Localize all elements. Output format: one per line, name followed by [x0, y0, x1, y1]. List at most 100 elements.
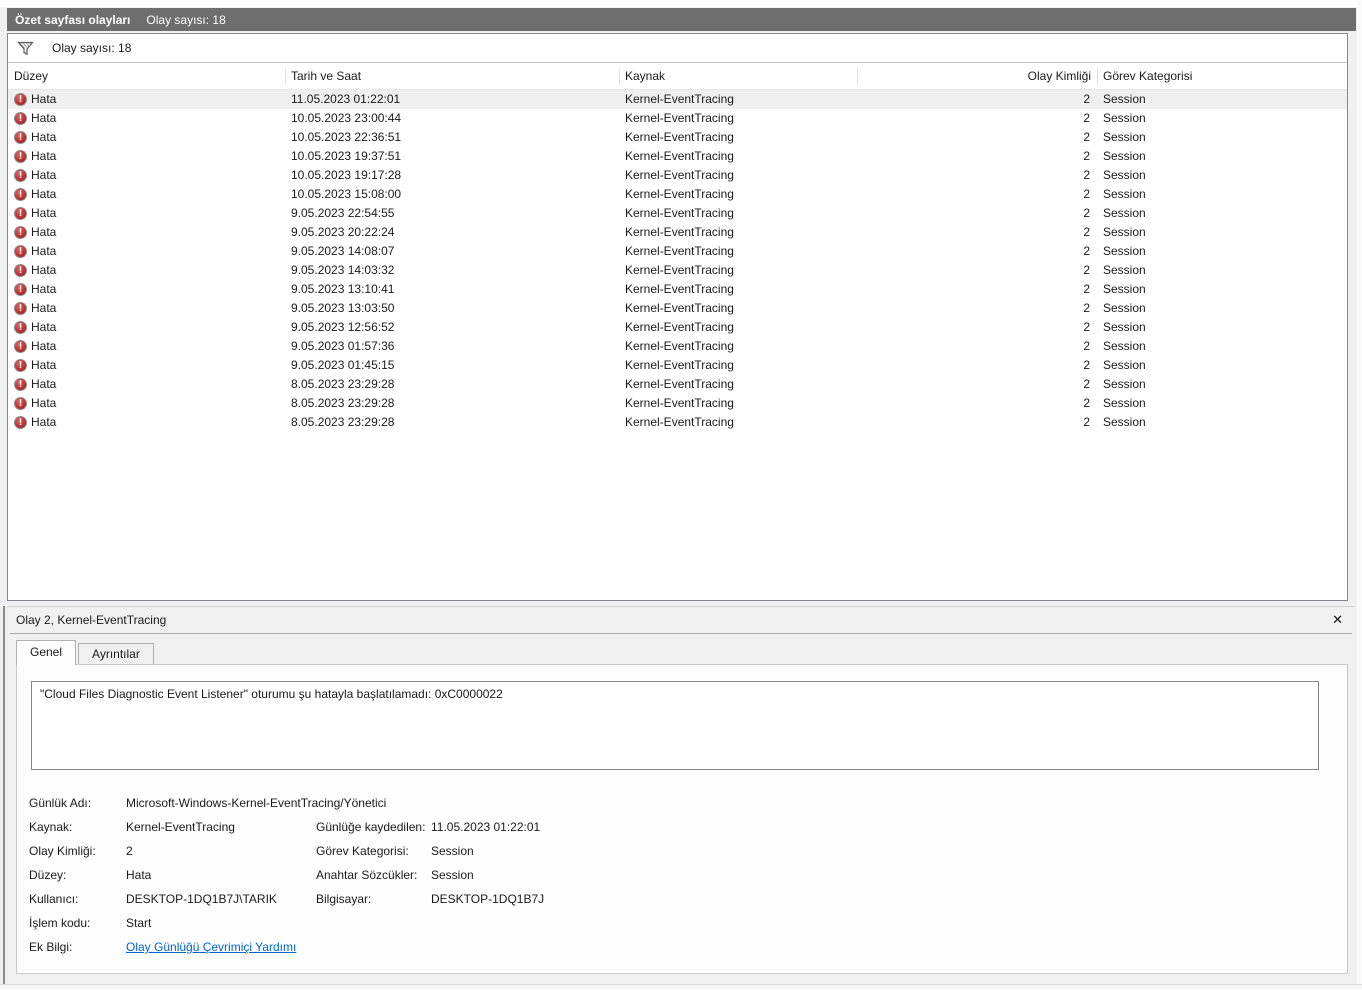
error-icon: [14, 397, 27, 410]
event-source-cell: Kernel-EventTracing: [625, 206, 734, 220]
event-category-cell: Session: [1103, 149, 1146, 163]
event-category-cell: Session: [1103, 415, 1146, 429]
field-label-2: Görev Kategorisi:: [316, 844, 409, 858]
event-table-row[interactable]: Hata 8.05.2023 23:29:28 Kernel-EventTrac…: [8, 413, 1347, 432]
event-source-cell: Kernel-EventTracing: [625, 377, 734, 391]
event-id-cell: 2: [1083, 415, 1090, 429]
event-id-cell: 2: [1083, 206, 1090, 220]
column-header-source[interactable]: Kaynak: [620, 67, 858, 85]
column-header-datetime[interactable]: Tarih ve Saat: [286, 67, 620, 85]
event-table-row[interactable]: Hata 9.05.2023 12:56:52 Kernel-EventTrac…: [8, 318, 1347, 337]
error-icon: [14, 207, 27, 220]
error-icon: [14, 93, 27, 106]
field-label: Ek Bilgi:: [29, 940, 73, 954]
event-category-cell: Session: [1103, 358, 1146, 372]
field-label: Düzey:: [29, 868, 67, 882]
event-category-cell: Session: [1103, 206, 1146, 220]
event-id-cell: 2: [1083, 130, 1090, 144]
event-table-row[interactable]: Hata 10.05.2023 22:36:51 Kernel-EventTra…: [8, 128, 1347, 147]
event-datetime-cell: 10.05.2023 15:08:00: [291, 187, 402, 201]
event-datetime-cell: 9.05.2023 13:03:50: [291, 301, 395, 315]
field-value-2: DESKTOP-1DQ1B7J: [431, 892, 545, 906]
event-datetime-cell: 9.05.2023 20:22:24: [291, 225, 395, 239]
close-icon[interactable]: ✕: [1330, 612, 1345, 628]
window-bottom-strip: [0, 985, 1362, 990]
event-table-row[interactable]: Hata 10.05.2023 15:08:00 Kernel-EventTra…: [8, 185, 1347, 204]
event-id-cell: 2: [1083, 92, 1090, 106]
event-datetime-cell: 9.05.2023 14:03:32: [291, 263, 395, 277]
event-datetime-cell: 9.05.2023 13:10:41: [291, 282, 395, 296]
event-detail-panel: Olay 2, Kernel-EventTracing ✕ Genel Ayrı…: [7, 606, 1355, 984]
event-source-cell: Kernel-EventTracing: [625, 415, 734, 429]
event-table-row[interactable]: Hata 9.05.2023 13:10:41 Kernel-EventTrac…: [8, 280, 1347, 299]
event-table-row[interactable]: Hata 9.05.2023 14:08:07 Kernel-EventTrac…: [8, 242, 1347, 261]
event-category-cell: Session: [1103, 111, 1146, 125]
error-icon: [14, 131, 27, 144]
event-table-row[interactable]: Hata 10.05.2023 19:17:28 Kernel-EventTra…: [8, 166, 1347, 185]
event-table-row[interactable]: Hata 9.05.2023 14:03:32 Kernel-EventTrac…: [8, 261, 1347, 280]
event-category-cell: Session: [1103, 244, 1146, 258]
event-source-cell: Kernel-EventTracing: [625, 320, 734, 334]
event-level-cell: Hata: [8, 90, 286, 109]
event-datetime-cell: 10.05.2023 19:37:51: [291, 149, 402, 163]
column-header-category[interactable]: Görev Kategorisi: [1098, 68, 1347, 85]
field-label: İşlem kodu:: [29, 916, 91, 930]
event-description-box[interactable]: "Cloud Files Diagnostic Event Listener" …: [31, 681, 1319, 770]
event-table-row[interactable]: Hata 9.05.2023 01:57:36 Kernel-EventTrac…: [8, 337, 1347, 356]
event-id-cell: 2: [1083, 301, 1090, 315]
event-category-cell: Session: [1103, 263, 1146, 277]
summary-titlebar: Özet sayfası olayları Olay sayısı: 18: [7, 8, 1356, 31]
event-level-cell: Hata: [8, 261, 286, 280]
event-category-cell: Session: [1103, 320, 1146, 334]
summary-title: Özet sayfası olayları: [15, 12, 131, 27]
event-table-row[interactable]: Hata 9.05.2023 13:03:50 Kernel-EventTrac…: [8, 299, 1347, 318]
event-source-cell: Kernel-EventTracing: [625, 301, 734, 315]
event-source-cell: Kernel-EventTracing: [625, 168, 734, 182]
event-category-cell: Session: [1103, 339, 1146, 353]
tab-details[interactable]: Ayrıntılar: [78, 643, 154, 664]
detail-tab-strip: Genel Ayrıntılar: [7, 634, 1355, 665]
event-table-row[interactable]: Hata 9.05.2023 20:22:24 Kernel-EventTrac…: [8, 223, 1347, 242]
event-category-cell: Session: [1103, 396, 1146, 410]
event-level-cell: Hata: [8, 356, 286, 375]
filter-count-label: Olay sayısı: 18: [52, 41, 132, 55]
field-value: Microsoft-Windows-Kernel-EventTracing/Yö…: [126, 796, 387, 810]
event-datetime-cell: 8.05.2023 23:29:28: [291, 396, 395, 410]
event-table-row[interactable]: Hata 11.05.2023 01:22:01 Kernel-EventTra…: [8, 90, 1347, 109]
event-source-cell: Kernel-EventTracing: [625, 92, 734, 106]
field-value: 2: [126, 844, 133, 858]
event-table-row[interactable]: Hata 10.05.2023 19:37:51 Kernel-EventTra…: [8, 147, 1347, 166]
event-datetime-cell: 10.05.2023 19:17:28: [291, 168, 402, 182]
event-level-cell: Hata: [8, 185, 286, 204]
detail-field-row: Düzey: Hata Anahtar Sözcükler: Session: [29, 863, 1347, 887]
event-table-row[interactable]: Hata 8.05.2023 23:29:28 Kernel-EventTrac…: [8, 375, 1347, 394]
error-icon: [14, 112, 27, 125]
error-icon: [14, 378, 27, 391]
detail-field-row: Ek Bilgi: Olay Günlüğü Çevrimiçi Yardımı: [29, 935, 1347, 959]
tab-general[interactable]: Genel: [16, 640, 77, 665]
error-icon: [14, 188, 27, 201]
event-level-cell: Hata: [8, 394, 286, 413]
event-table-row[interactable]: Hata 10.05.2023 23:00:44 Kernel-EventTra…: [8, 109, 1347, 128]
event-table-row[interactable]: Hata 9.05.2023 22:54:55 Kernel-EventTrac…: [8, 204, 1347, 223]
event-datetime-cell: 9.05.2023 12:56:52: [291, 320, 395, 334]
field-value-2: Session: [431, 868, 474, 882]
event-viewer-summary-pane: Özet sayfası olayları Olay sayısı: 18 Ol…: [0, 0, 1362, 990]
event-datetime-cell: 9.05.2023 01:57:36: [291, 339, 395, 353]
event-source-cell: Kernel-EventTracing: [625, 358, 734, 372]
event-log-online-help-link[interactable]: Olay Günlüğü Çevrimiçi Yardımı: [126, 940, 316, 954]
field-value: Kernel-EventTracing: [126, 820, 235, 834]
pane-splitter[interactable]: [3, 606, 5, 984]
event-source-cell: Kernel-EventTracing: [625, 244, 734, 258]
event-id-cell: 2: [1083, 339, 1090, 353]
error-icon: [14, 169, 27, 182]
event-id-cell: 2: [1083, 187, 1090, 201]
event-table-row[interactable]: Hata 9.05.2023 01:45:15 Kernel-EventTrac…: [8, 356, 1347, 375]
event-level-cell: Hata: [8, 109, 286, 128]
event-id-cell: 2: [1083, 244, 1090, 258]
error-icon: [14, 359, 27, 372]
column-header-level[interactable]: Düzey: [8, 67, 286, 85]
event-table-row[interactable]: Hata 8.05.2023 23:29:28 Kernel-EventTrac…: [8, 394, 1347, 413]
column-header-event-id[interactable]: Olay Kimliği: [858, 67, 1098, 85]
detail-field-row: Günlük Adı: Microsoft-Windows-Kernel-Eve…: [29, 791, 1347, 815]
